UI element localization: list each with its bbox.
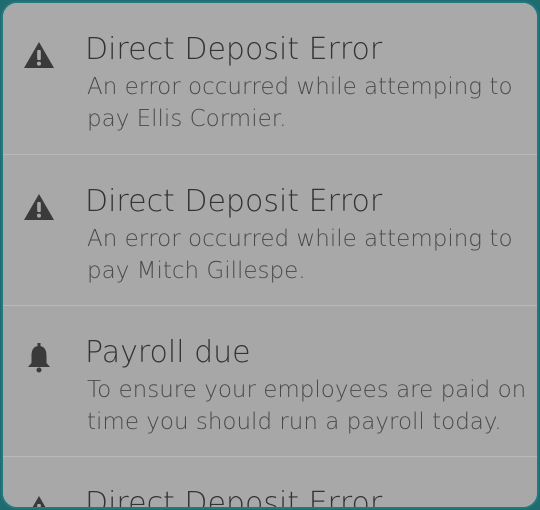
notification-item[interactable]: Direct Deposit Error [3,456,537,509]
warning-icon [23,40,55,70]
notification-item[interactable]: Direct Deposit Error An error occurred w… [3,3,537,154]
notification-title: Direct Deposit Error [85,32,383,67]
notification-list: Direct Deposit Error An error occurred w… [3,3,537,509]
warning-icon [23,494,55,507]
warning-icon [23,192,55,222]
notification-message: An error occurred while attemping to pay… [87,226,513,284]
notification-item[interactable]: Direct Deposit Error An error occurred w… [3,154,537,305]
notification-message: An error occurred while attemping to pay… [87,74,513,132]
notification-item[interactable]: Payroll due To ensure your employees are… [3,305,537,456]
notification-panel: Direct Deposit Error An error occurred w… [1,1,539,509]
notification-title: Direct Deposit Error [85,486,383,509]
notification-message: To ensure your employees are paid on tim… [87,377,527,435]
notification-title: Direct Deposit Error [85,184,383,219]
notification-title: Payroll due [85,335,251,370]
bell-icon [23,343,55,373]
